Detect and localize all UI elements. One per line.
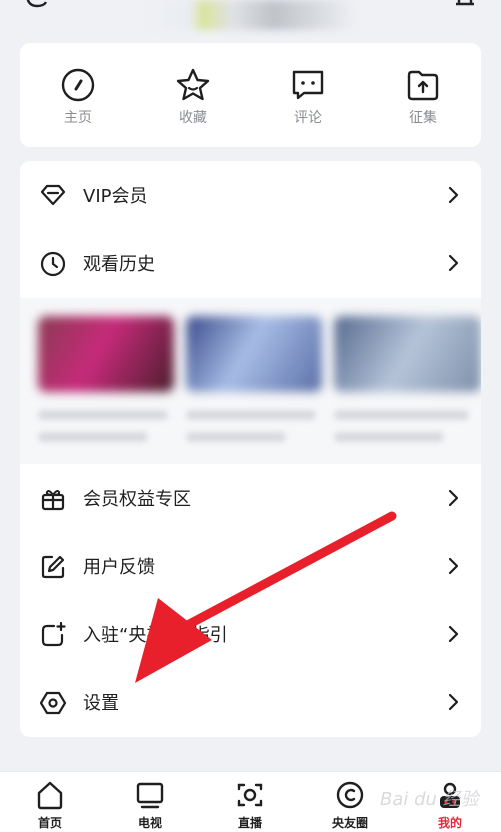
quick-action-submissions[interactable]: 征集 bbox=[365, 43, 481, 147]
star-icon bbox=[176, 68, 210, 101]
menu-card: VIP会员 观看历史 会员权益专区 用户反馈 入驻“央视频”指引 设置 bbox=[20, 161, 481, 737]
chevron-right-icon bbox=[448, 625, 459, 643]
menu-item-feedback[interactable]: 用户反馈 bbox=[20, 532, 481, 600]
quick-action-label: 评论 bbox=[294, 110, 322, 126]
menu-item-settings[interactable]: 设置 bbox=[20, 668, 481, 736]
quick-action-label: 主页 bbox=[64, 110, 92, 126]
tab-label: 电视 bbox=[137, 816, 162, 830]
quick-action-label: 征集 bbox=[409, 110, 437, 126]
menu-item-label: 观看历史 bbox=[83, 254, 155, 275]
chevron-right-icon bbox=[448, 186, 459, 204]
tv-icon bbox=[136, 782, 164, 809]
tab-circle[interactable]: 央友圈 bbox=[310, 772, 390, 832]
quick-action-homepage[interactable]: 主页 bbox=[20, 43, 136, 147]
bell-icon[interactable] bbox=[452, 0, 478, 14]
history-thumbnails[interactable] bbox=[20, 298, 481, 464]
compass-icon bbox=[61, 68, 95, 102]
menu-item-vip[interactable]: VIP会员 bbox=[20, 161, 481, 229]
menu-item-label: 设置 bbox=[83, 693, 119, 714]
settings-hexagon-icon bbox=[40, 691, 66, 715]
menu-item-benefits[interactable]: 会员权益专区 bbox=[20, 464, 481, 532]
tab-home[interactable]: 首页 bbox=[10, 772, 90, 832]
quick-action-favorites[interactable]: 收藏 bbox=[135, 43, 251, 147]
chevron-right-icon bbox=[448, 254, 459, 272]
history-thumbnail[interactable] bbox=[38, 316, 174, 392]
menu-item-label: 用户反馈 bbox=[83, 557, 155, 578]
thumbnail-title-blur bbox=[186, 410, 316, 420]
edit-icon bbox=[41, 555, 65, 579]
home-icon bbox=[37, 781, 63, 810]
add-square-icon bbox=[41, 622, 66, 647]
tab-live[interactable]: 直播 bbox=[210, 772, 290, 832]
upload-folder-icon bbox=[407, 70, 439, 101]
quick-actions-card: 主页 收藏 评论 征集 bbox=[20, 43, 481, 147]
tab-tv[interactable]: 电视 bbox=[110, 772, 190, 832]
menu-item-join[interactable]: 入驻“央视频”指引 bbox=[20, 600, 481, 668]
chevron-right-icon bbox=[448, 557, 459, 575]
menu-item-history[interactable]: 观看历史 bbox=[20, 229, 481, 297]
clock-icon bbox=[40, 251, 66, 277]
tab-label: 我的 bbox=[437, 816, 462, 830]
tab-label: 直播 bbox=[237, 816, 262, 830]
gift-icon bbox=[41, 490, 65, 511]
history-thumbnail[interactable] bbox=[186, 316, 322, 392]
thumbnail-title-blur bbox=[38, 432, 148, 442]
quick-action-label: 收藏 bbox=[179, 110, 207, 126]
circle-icon bbox=[336, 781, 364, 809]
comment-icon bbox=[292, 70, 324, 100]
chevron-right-icon bbox=[448, 693, 459, 711]
menu-item-label: 会员权益专区 bbox=[83, 489, 191, 510]
menu-item-label: VIP会员 bbox=[83, 186, 148, 207]
menu-item-label: 入驻“央视频”指引 bbox=[83, 625, 228, 646]
chevron-right-icon bbox=[448, 489, 459, 507]
thumbnail-title-blur bbox=[186, 432, 286, 442]
live-icon bbox=[237, 783, 263, 807]
scan-icon[interactable] bbox=[24, 0, 50, 14]
thumbnail-title-blur bbox=[334, 410, 469, 420]
diamond-icon bbox=[40, 184, 66, 206]
tab-label: 首页 bbox=[37, 816, 62, 830]
top-bar bbox=[0, 0, 501, 32]
thumbnail-title-blur bbox=[334, 432, 444, 442]
user-profile-blurred[interactable] bbox=[150, 0, 356, 30]
thumbnail-title-blur bbox=[38, 410, 168, 420]
watermark-text: Bai du 经验 bbox=[380, 789, 479, 810]
history-thumbnail[interactable] bbox=[334, 316, 481, 392]
tab-label: 央友圈 bbox=[331, 816, 368, 830]
quick-action-comments[interactable]: 评论 bbox=[250, 43, 366, 147]
